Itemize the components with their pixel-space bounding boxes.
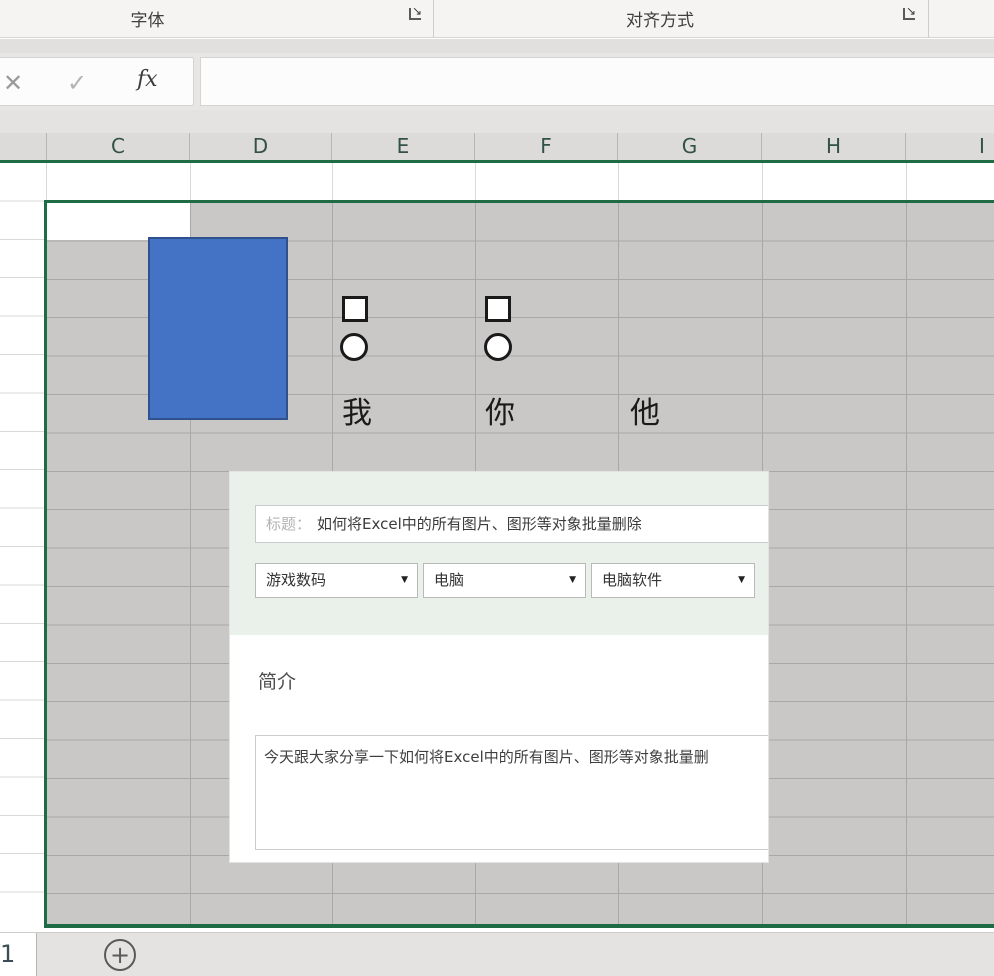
panel-header-section	[230, 472, 768, 635]
gridline	[906, 163, 907, 200]
column-header-d[interactable]: D	[190, 133, 332, 160]
gridline	[190, 163, 191, 200]
ribbon-group-font-label: 字体	[100, 6, 195, 31]
ribbon: 字体 ↘ 对齐方式 ↘	[0, 0, 994, 38]
chevron-down-icon: ▼	[569, 564, 576, 597]
checkbox-shape-2[interactable]	[485, 296, 511, 322]
title-input[interactable]: 标题： 如何将Excel中的所有图片、图形等对象批量删除	[255, 505, 768, 543]
enter-icon[interactable]: ✓	[67, 69, 87, 97]
formula-buttons-box: ✕ ✓ fx	[0, 57, 194, 106]
gridline	[906, 203, 907, 924]
intro-textarea[interactable]: 今天跟大家分享一下如何将Excel中的所有图片、图形等对象批量删	[255, 735, 768, 850]
category-dropdown-1-value: 游戏数码	[266, 571, 326, 589]
cancel-icon[interactable]: ✕	[3, 69, 23, 97]
title-input-value: 如何将Excel中的所有图片、图形等对象批量删除	[317, 515, 642, 533]
grid-row-unselected[interactable]	[0, 163, 994, 200]
column-headers: C D E F G H I	[0, 133, 994, 163]
gridline	[332, 163, 333, 200]
formula-input[interactable]	[200, 57, 994, 106]
column-header-h[interactable]: H	[762, 133, 906, 160]
excel-window: 字体 ↘ 对齐方式 ↘ ✕ ✓ fx C D E F G H I	[0, 0, 994, 976]
chevron-down-icon: ▼	[401, 564, 408, 597]
cell-text-wo[interactable]: 我	[342, 395, 372, 433]
dialog-launcher-arrow-icon: ↘	[412, 4, 422, 18]
active-cell[interactable]	[47, 203, 190, 240]
radio-shape-1[interactable]	[340, 333, 368, 361]
alignment-dialog-launcher-button[interactable]: ↘	[900, 5, 920, 25]
title-input-label: 标题：	[266, 515, 311, 533]
column-header-b-partial[interactable]	[0, 133, 47, 160]
category-dropdown-3[interactable]: 电脑软件 ▼	[591, 563, 755, 598]
gridline	[618, 163, 619, 200]
cell-text-ni[interactable]: 你	[485, 395, 515, 433]
sheet-tab-bar: 1 +	[0, 932, 994, 976]
grid-left-column-partial[interactable]	[0, 163, 44, 932]
ribbon-bottom-strip	[0, 39, 994, 53]
plus-icon: +	[110, 941, 130, 969]
chevron-down-icon: ▼	[738, 564, 745, 597]
column-header-i[interactable]: I	[906, 133, 994, 160]
ribbon-separator	[928, 0, 929, 38]
font-dialog-launcher-button[interactable]: ↘	[406, 5, 426, 25]
sheet-tab-label: 1	[0, 940, 15, 968]
formula-bar-gap	[0, 110, 994, 133]
cell-text-ta[interactable]: 他	[630, 395, 660, 433]
gridline	[46, 163, 47, 200]
gridline	[475, 163, 476, 200]
active-sheet-tab[interactable]: 1	[0, 933, 37, 976]
column-header-g[interactable]: G	[618, 133, 762, 160]
category-dropdown-2[interactable]: 电脑 ▼	[423, 563, 586, 598]
column-header-f[interactable]: F	[475, 133, 618, 160]
column-header-c[interactable]: C	[47, 133, 190, 160]
intro-label: 简介	[258, 667, 296, 694]
dialog-launcher-arrow-icon: ↘	[906, 4, 916, 18]
add-sheet-button[interactable]: +	[104, 939, 136, 971]
formula-bar: ✕ ✓ fx	[0, 53, 994, 110]
column-header-e[interactable]: E	[332, 133, 475, 160]
ribbon-group-alignment-label: 对齐方式	[590, 6, 730, 31]
ribbon-separator	[433, 0, 434, 38]
blue-rectangle-shape[interactable]	[148, 237, 288, 420]
publish-form-panel: 标题：如何将Excel中的所有图片、图形等对象批量删除 游戏数码 ▼ 电脑 ▼ …	[230, 472, 768, 862]
category-dropdown-1[interactable]: 游戏数码 ▼	[255, 563, 418, 598]
category-dropdown-3-value: 电脑软件	[602, 571, 662, 589]
gridline	[762, 163, 763, 200]
category-dropdown-2-value: 电脑	[434, 571, 464, 589]
radio-shape-2[interactable]	[484, 333, 512, 361]
checkbox-shape-1[interactable]	[342, 296, 368, 322]
insert-function-icon[interactable]: fx	[137, 67, 158, 92]
